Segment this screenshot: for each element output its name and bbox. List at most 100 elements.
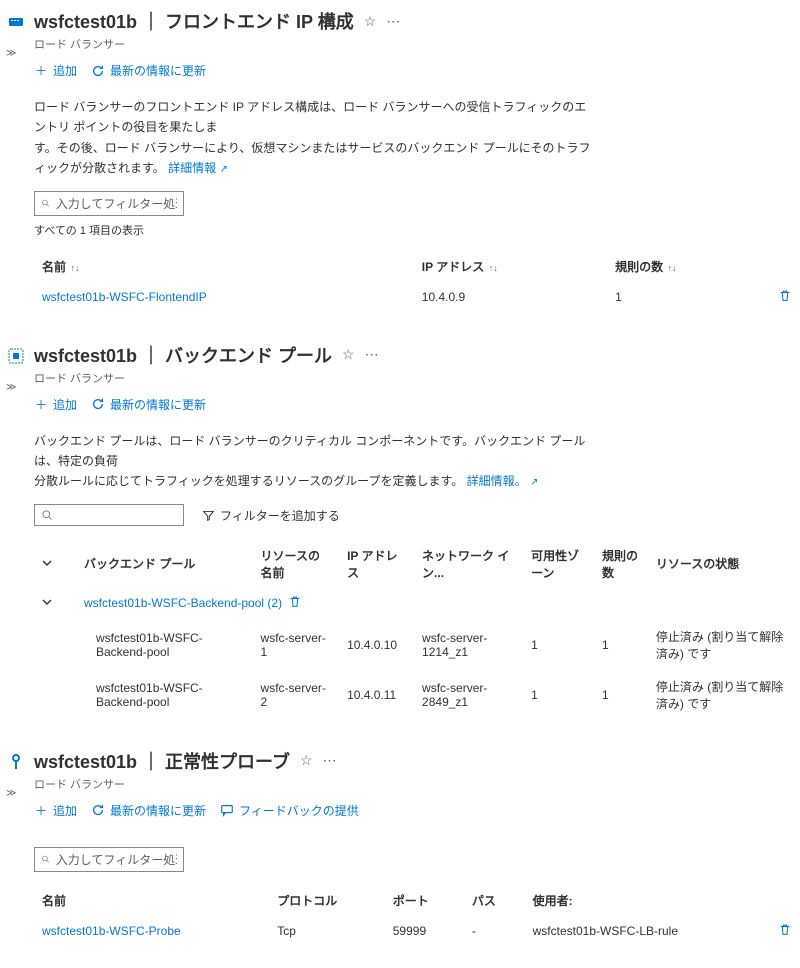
cell-nic: wsfc-server-1214_z1 xyxy=(414,620,523,670)
add-button[interactable]: ＋ 追加 xyxy=(34,802,77,819)
refresh-label: 最新の情報に更新 xyxy=(110,396,206,413)
favorite-icon[interactable]: ☆ xyxy=(342,346,355,363)
delete-button[interactable] xyxy=(778,292,792,306)
refresh-button[interactable]: 最新の情報に更新 xyxy=(91,62,206,79)
col-name[interactable]: 名前 xyxy=(34,886,269,915)
item-count: すべての 1 項目の表示 xyxy=(34,222,800,238)
probe-table: 名前 プロトコル ポート パス 使用者: wsfctest01b-WSFC-Pr… xyxy=(34,886,800,948)
filter-input[interactable]: 入力してフィルター処理を開... xyxy=(34,847,184,872)
col-rules[interactable]: 規則の数 ↑↓ xyxy=(607,252,770,281)
cell-state: 停止済み (割り当て解除済み) です xyxy=(648,620,800,670)
backend-pool-table: バックエンド プール リソースの名前 IP アドレス ネットワーク イン... … xyxy=(34,541,800,720)
cell-nic: wsfc-server-2849_z1 xyxy=(414,670,523,720)
refresh-button[interactable]: 最新の情報に更新 xyxy=(91,802,206,819)
col-ip[interactable]: IP アドレス ↑↓ xyxy=(414,252,607,281)
probe-link[interactable]: wsfctest01b-WSFC-Probe xyxy=(42,924,181,938)
cell-zone: 1 xyxy=(523,670,594,720)
add-label: 追加 xyxy=(53,396,77,413)
refresh-button[interactable]: 最新の情報に更新 xyxy=(91,396,206,413)
search-icon xyxy=(41,509,53,521)
cell-ip: 10.4.0.9 xyxy=(414,281,607,314)
refresh-icon xyxy=(91,64,105,78)
cell-port: 59999 xyxy=(385,915,464,948)
desc-line2: 分散ルールに応じてトラフィックを処理するリソースのグループを定義します。 xyxy=(34,474,463,488)
cell-pool: wsfctest01b-WSFC-Backend-pool xyxy=(76,670,253,720)
add-filter-label: フィルターを追加する xyxy=(220,507,340,524)
frontend-ip-icon xyxy=(6,12,26,32)
command-bar: ＋ 追加 最新の情報に更新 xyxy=(34,62,800,79)
collapse-toggle[interactable]: ≫ xyxy=(6,788,16,799)
cell-rules: 1 xyxy=(594,620,648,670)
filter-placeholder: 入力してフィルター処理を開... xyxy=(56,851,177,868)
add-label: 追加 xyxy=(53,802,77,819)
col-path[interactable]: パス xyxy=(464,886,525,915)
cell-res: wsfc-server-2 xyxy=(253,670,340,720)
refresh-icon xyxy=(91,397,105,411)
refresh-icon xyxy=(91,803,105,817)
table-row[interactable]: wsfctest01b-WSFC-FlontendIP 10.4.0.9 1 xyxy=(34,281,800,314)
health-probe-panel: ≫ wsfctest01b ｜ 正常性プローブ ☆ ⋯ ロード バランサー ＋ … xyxy=(0,740,800,968)
panel-subtitle: ロード バランサー xyxy=(34,370,800,386)
sort-icon: ↑↓ xyxy=(68,263,80,273)
cell-rules: 1 xyxy=(607,281,770,314)
cell-zone: 1 xyxy=(523,620,594,670)
external-link-icon: ↗ xyxy=(220,164,228,175)
desc-line1: バックエンド プールは、ロード バランサーのクリティカル コンポーネントです。バ… xyxy=(34,434,585,468)
desc-line1: ロード バランサーのフロントエンド IP アドレス構成は、ロード バランサーへの… xyxy=(34,100,586,134)
panel-title: wsfctest01b ｜ フロントエンド IP 構成 xyxy=(34,8,354,34)
col-pool[interactable]: バックエンド プール xyxy=(76,541,253,587)
learn-more-link[interactable]: 詳細情報 ↗ xyxy=(168,161,228,175)
refresh-label: 最新の情報に更新 xyxy=(110,62,206,79)
col-zone[interactable]: 可用性ゾーン xyxy=(523,541,594,587)
col-name[interactable]: 名前 ↑↓ xyxy=(34,252,414,281)
delete-button[interactable] xyxy=(288,595,302,612)
favorite-icon[interactable]: ☆ xyxy=(364,13,377,30)
col-proto[interactable]: プロトコル xyxy=(269,886,385,915)
cell-pool: wsfctest01b-WSFC-Backend-pool xyxy=(76,620,253,670)
collapse-toggle[interactable]: ≫ xyxy=(6,48,16,59)
col-state[interactable]: リソースの状態 xyxy=(648,541,800,587)
cell-path: - xyxy=(464,915,525,948)
filter-input[interactable]: 入力してフィルター処理を開... xyxy=(34,191,184,216)
feedback-button[interactable]: フィードバックの提供 xyxy=(220,802,359,819)
col-usedby[interactable]: 使用者: xyxy=(525,886,770,915)
cell-res: wsfc-server-1 xyxy=(253,620,340,670)
cell-proto: Tcp xyxy=(269,915,385,948)
health-probe-icon xyxy=(6,752,26,772)
learn-more-label: 詳細情報 xyxy=(168,161,216,175)
refresh-label: 最新の情報に更新 xyxy=(110,802,206,819)
cell-ip: 10.4.0.11 xyxy=(339,670,414,720)
more-menu[interactable]: ⋯ xyxy=(365,346,379,363)
col-rules[interactable]: 規則の数 xyxy=(594,541,648,587)
col-nic[interactable]: ネットワーク イン... xyxy=(414,541,523,587)
collapse-toggle[interactable]: ≫ xyxy=(6,382,16,393)
add-filter-button[interactable]: フィルターを追加する xyxy=(194,504,348,527)
frontend-ip-link[interactable]: wsfctest01b-WSFC-FlontendIP xyxy=(42,290,207,304)
col-resource[interactable]: リソースの名前 xyxy=(253,541,340,587)
table-row[interactable]: wsfctest01b-WSFC-Backend-pool wsfc-serve… xyxy=(34,670,800,720)
col-port[interactable]: ポート xyxy=(385,886,464,915)
pool-group-row[interactable]: wsfctest01b-WSFC-Backend-pool (2) xyxy=(34,587,800,620)
add-button[interactable]: ＋ 追加 xyxy=(34,396,77,413)
favorite-icon[interactable]: ☆ xyxy=(300,752,313,769)
search-input[interactable] xyxy=(34,504,184,526)
table-row[interactable]: wsfctest01b-WSFC-Probe Tcp 59999 - wsfct… xyxy=(34,915,800,948)
chevron-down-icon[interactable] xyxy=(42,557,52,571)
more-menu[interactable]: ⋯ xyxy=(323,752,337,769)
table-row[interactable]: wsfctest01b-WSFC-Backend-pool wsfc-serve… xyxy=(34,620,800,670)
add-button[interactable]: ＋ 追加 xyxy=(34,62,77,79)
more-menu[interactable]: ⋯ xyxy=(386,13,400,30)
pool-group-link[interactable]: wsfctest01b-WSFC-Backend-pool (2) xyxy=(84,596,282,610)
learn-more-link[interactable]: 詳細情報。 ↗ xyxy=(467,474,539,488)
description: バックエンド プールは、ロード バランサーのクリティカル コンポーネントです。バ… xyxy=(34,431,594,492)
external-link-icon: ↗ xyxy=(530,477,538,488)
frontend-ip-panel: ≫ wsfctest01b ｜ フロントエンド IP 構成 ☆ ⋯ ロード バラ… xyxy=(0,0,800,334)
search-icon xyxy=(41,197,50,209)
command-bar: ＋ 追加 最新の情報に更新 フィードバックの提供 xyxy=(34,802,800,819)
col-ip[interactable]: IP アドレス xyxy=(339,541,414,587)
chevron-down-icon[interactable] xyxy=(42,596,52,610)
feedback-label: フィードバックの提供 xyxy=(239,802,359,819)
cell-rules: 1 xyxy=(594,670,648,720)
table-header-row: 名前 ↑↓ IP アドレス ↑↓ 規則の数 ↑↓ xyxy=(34,252,800,281)
delete-button[interactable] xyxy=(778,926,792,940)
